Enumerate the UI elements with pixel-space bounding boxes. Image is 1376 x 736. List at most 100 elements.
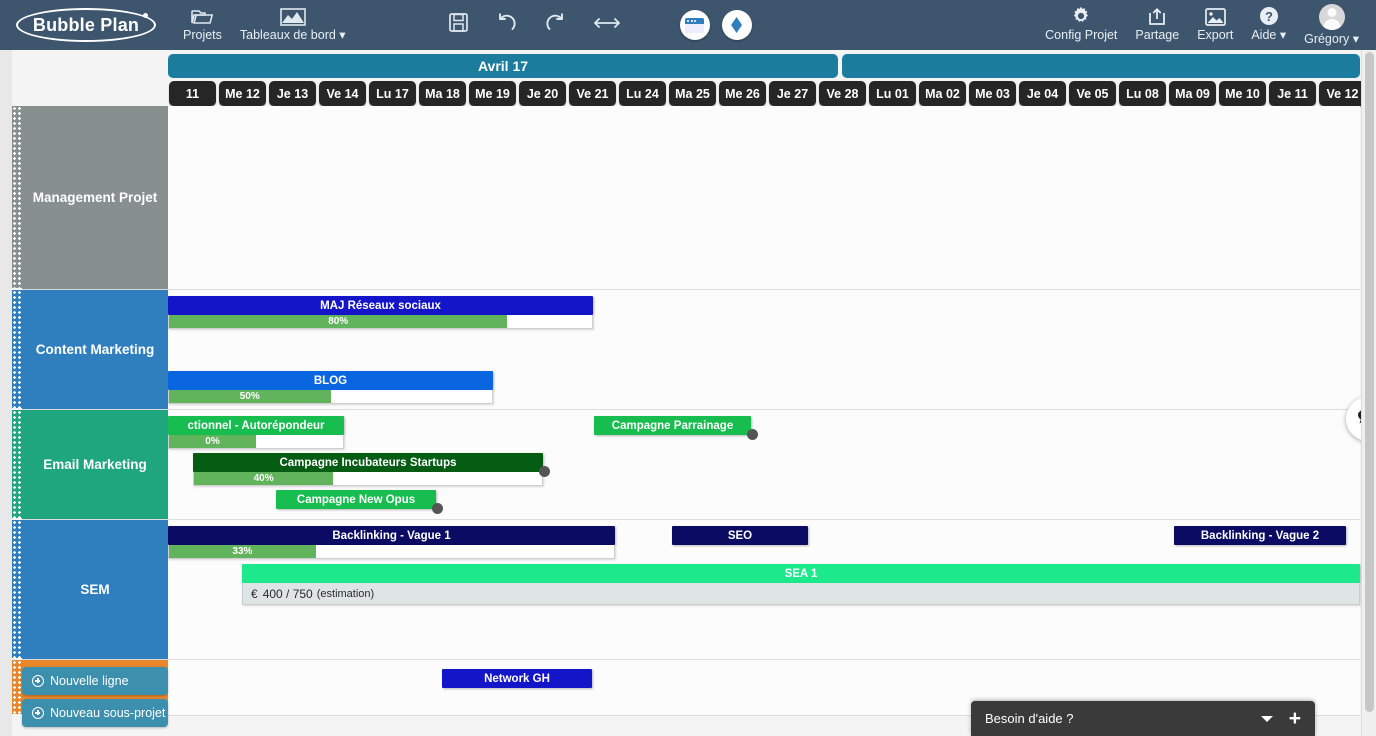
user-menu[interactable]: Grégory ▾ (1295, 2, 1368, 48)
row-track[interactable]: MAJ Réseaux sociaux 80% BLOG 50% (168, 290, 1360, 409)
gantt-task[interactable]: Backlinking - Vague 2 (1174, 526, 1346, 545)
day-header-cell[interactable]: Ve 12 (1319, 81, 1366, 106)
row-drag-handle[interactable] (12, 520, 22, 658)
gantt-task-budget[interactable]: SEA 1 €400 / 750 (estimation) (242, 564, 1360, 605)
gantt-task-bar[interactable]: SEO (672, 526, 808, 545)
aide-menu[interactable]: ? Aide ▾ (1242, 5, 1295, 44)
resize-horizontal-button[interactable] (580, 16, 634, 35)
vertical-scrollbar-thumb[interactable] (1365, 52, 1374, 712)
day-header-cell[interactable]: Ma 02 (919, 81, 966, 106)
redo-button[interactable] (531, 12, 580, 38)
day-header-cell[interactable]: Ve 28 (819, 81, 866, 106)
gantt-task-progress[interactable]: 80% (168, 315, 593, 329)
row-drag-handle[interactable] (12, 410, 22, 518)
svg-text:?: ? (1265, 9, 1273, 24)
gantt-task-bar[interactable]: Network GH (442, 669, 592, 688)
day-header-cell[interactable]: Je 04 (1019, 81, 1066, 106)
gantt-task[interactable]: ctionnel - Autorépondeur 0% (168, 416, 344, 449)
partage-label: Partage (1135, 28, 1180, 43)
gantt-task-bar[interactable]: BLOG (168, 371, 493, 390)
row-label-email-marketing[interactable]: Email Marketing (22, 410, 168, 519)
caret-down-icon[interactable] (1260, 715, 1273, 722)
project-row: SEM Backlinking - Vague 1 33% SEO Backlinkin… (22, 520, 1360, 660)
gantt-task[interactable]: Campagne New Opus (276, 490, 443, 514)
undo-button[interactable] (482, 12, 531, 38)
row-drag-handle[interactable] (12, 660, 22, 714)
day-header-cell[interactable]: Lu 01 (869, 81, 916, 106)
row-track[interactable]: ctionnel - Autorépondeur 0% Campagne Parra… (168, 410, 1360, 519)
task-end-handle[interactable] (539, 466, 550, 477)
gantt-task[interactable]: Campagne Incubateurs Startups 40% (193, 453, 550, 486)
new-subproject-button[interactable]: Nouveau sous-projet (22, 699, 168, 727)
task-end-handle[interactable] (432, 503, 443, 514)
vertical-scrollbar[interactable] (1361, 50, 1376, 736)
day-header-cell[interactable]: Je 11 (1269, 81, 1316, 106)
day-header-cell[interactable]: Me 10 (1219, 81, 1266, 106)
day-header-cell[interactable]: Me 26 (719, 81, 766, 106)
day-header-cell[interactable]: Me 03 (969, 81, 1016, 106)
row-track[interactable] (168, 106, 1360, 289)
gantt-task[interactable]: SEO (672, 526, 808, 545)
gantt-task-bar[interactable]: MAJ Réseaux sociaux (168, 296, 593, 315)
day-header-cell[interactable]: Me 12 (219, 81, 266, 106)
day-header-cell[interactable]: Ma 09 (1169, 81, 1216, 106)
config-projet-button[interactable]: Config Projet (1036, 5, 1126, 44)
gantt-task[interactable]: BLOG 50% (168, 371, 493, 404)
day-header-cell[interactable]: Je 13 (269, 81, 316, 106)
timeline-view-button[interactable] (679, 10, 710, 40)
day-header-cell[interactable]: Lu 17 (369, 81, 416, 106)
row-label-content-marketing[interactable]: Content Marketing (22, 290, 168, 409)
gantt-task-progress[interactable]: 33% (168, 545, 615, 559)
new-line-button[interactable]: Nouvelle ligne (22, 667, 168, 695)
aide-label: Aide ▾ (1251, 28, 1287, 43)
plus-icon[interactable]: + (1289, 708, 1301, 729)
help-widget[interactable]: Besoin d'aide ? + (971, 701, 1315, 736)
question-icon: ? (1259, 7, 1279, 26)
row-label-sem[interactable]: SEM (22, 520, 168, 659)
row-drag-handle[interactable] (12, 290, 22, 408)
save-button[interactable] (435, 13, 482, 37)
row-track[interactable]: Backlinking - Vague 1 33% SEO Backlinking -… (168, 520, 1360, 659)
gantt-task[interactable]: Network GH (442, 669, 592, 688)
gantt-task-bar[interactable]: Campagne Parrainage (594, 416, 751, 435)
task-end-handle[interactable] (747, 429, 758, 440)
app-logo[interactable]: Bubble Plan (16, 8, 156, 42)
gantt-task-progress[interactable]: 0% (168, 435, 344, 449)
gantt-task-bar[interactable]: Campagne Incubateurs Startups (193, 453, 543, 472)
gantt-task-bar[interactable]: SEA 1 (242, 564, 1360, 583)
nav-projets[interactable]: Projets (174, 5, 231, 44)
partage-button[interactable]: Partage (1126, 5, 1188, 44)
save-icon (448, 13, 468, 37)
nav-tableaux-label: Tableaux de bord ▾ (239, 28, 346, 43)
gantt-task[interactable]: MAJ Réseaux sociaux 80% (168, 296, 593, 329)
day-header-cell[interactable]: Me 19 (469, 81, 516, 106)
gantt-task-progress[interactable]: 50% (168, 390, 493, 404)
day-header-cell[interactable]: Je 20 (519, 81, 566, 106)
gantt-task-progress[interactable]: 40% (193, 472, 543, 486)
export-button[interactable]: Export (1188, 5, 1242, 44)
day-header-cell[interactable]: Ma 18 (419, 81, 466, 106)
diamond-view-button[interactable] (721, 10, 752, 40)
day-header-cell[interactable]: Ve 14 (319, 81, 366, 106)
nav-projets-label: Projets (183, 28, 222, 43)
row-label-management-projet[interactable]: Management Projet (22, 106, 168, 289)
day-header-cell[interactable]: Ma 25 (669, 81, 716, 106)
gantt-task-bar[interactable]: Backlinking - Vague 2 (1174, 526, 1346, 545)
day-header-cell[interactable]: Ve 05 (1069, 81, 1116, 106)
gantt-task-progress-label: 40% (253, 473, 274, 484)
day-header-cell[interactable]: 11 (169, 81, 216, 106)
top-toolbar: Bubble Plan Projets Tableaux de bord ▾ C… (0, 0, 1376, 50)
day-header-cell[interactable]: Je 27 (769, 81, 816, 106)
day-header-cell[interactable]: Lu 08 (1119, 81, 1166, 106)
day-header-cell[interactable]: Ve 21 (569, 81, 616, 106)
app-logo-text: Bubble Plan (32, 14, 140, 35)
task-budget-row[interactable]: €400 / 750 (estimation) (242, 583, 1360, 605)
gantt-task-bar[interactable]: ctionnel - Autorépondeur (168, 416, 344, 435)
day-header-cell[interactable]: Lu 24 (619, 81, 666, 106)
gantt-task-bar[interactable]: Campagne New Opus (276, 490, 436, 509)
gantt-task[interactable]: Campagne Parrainage (594, 416, 758, 440)
gantt-task[interactable]: Backlinking - Vague 1 33% (168, 526, 615, 559)
gantt-task-bar[interactable]: Backlinking - Vague 1 (168, 526, 615, 545)
nav-tableaux-de-bord[interactable]: Tableaux de bord ▾ (231, 5, 355, 44)
row-drag-handle[interactable] (12, 106, 22, 288)
